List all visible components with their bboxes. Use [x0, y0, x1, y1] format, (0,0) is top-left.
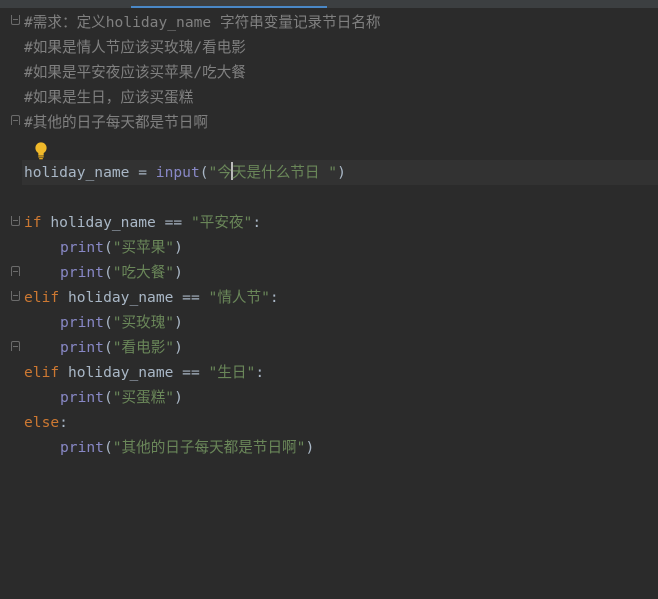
keyword: elif — [24, 289, 60, 306]
colon: : — [255, 364, 265, 381]
code-line-print[interactable]: print("吃大餐") — [24, 260, 183, 285]
editor-tab-bar — [0, 0, 658, 8]
builtin-function: print — [60, 439, 104, 456]
code-comment: #如果是生日，应该买蛋糕 — [24, 89, 194, 106]
code-line-print[interactable]: print("买蛋糕") — [24, 385, 183, 410]
assign-operator: = — [129, 164, 156, 181]
fold-marker-icon[interactable] — [11, 15, 20, 25]
keyword: if — [24, 214, 42, 231]
paren: ( — [103, 314, 113, 331]
code-comment: #如果是情人节应该买玫瑰/看电影 — [24, 39, 246, 56]
code-line-if[interactable]: if holiday_name == "平安夜": — [24, 210, 261, 235]
paren: ) — [337, 164, 346, 181]
code-line-print[interactable]: print("看电影") — [24, 335, 183, 360]
fold-marker-icon[interactable] — [11, 216, 20, 226]
paren: ( — [103, 339, 113, 356]
editor-gutter — [0, 8, 22, 599]
paren: ) — [174, 264, 183, 281]
builtin-function: print — [60, 264, 104, 281]
code-line-assignment[interactable]: holiday_name = input("今天是什么节日 ") — [24, 160, 346, 185]
paren: ) — [174, 389, 183, 406]
code-comment: #如果是平安夜应该买苹果/吃大餐 — [24, 64, 246, 81]
fold-marker-icon[interactable] — [11, 291, 20, 301]
variable-name: holiday_name — [24, 164, 130, 181]
builtin-function: print — [60, 314, 104, 331]
string-literal: "情人节" — [208, 289, 270, 306]
lightbulb-icon[interactable] — [33, 141, 49, 161]
builtin-function: input — [155, 164, 200, 181]
string-literal: "生日" — [208, 364, 256, 381]
paren: ( — [103, 264, 113, 281]
code-comment: #其他的日子每天都是节日啊 — [24, 114, 208, 131]
string-literal: "看电影" — [112, 339, 175, 356]
paren: ) — [174, 314, 183, 331]
variable-name: holiday_name — [67, 289, 174, 306]
code-editor: #需求：定义holiday_name 字符串变量记录节日名称 #如果是情人节应该… — [0, 0, 658, 599]
colon: : — [59, 414, 68, 431]
compare-operator: == — [155, 214, 191, 231]
keyword: else — [24, 414, 60, 431]
builtin-function: print — [60, 339, 104, 356]
paren: ( — [199, 164, 209, 181]
code-comment: #需求：定义holiday_name 字符串变量记录节日名称 — [24, 14, 381, 31]
code-line-elif[interactable]: elif holiday_name == "情人节": — [24, 285, 279, 310]
paren: ( — [103, 239, 113, 256]
keyword: elif — [24, 364, 60, 381]
code-line-else[interactable]: else: — [24, 410, 68, 435]
string-literal: "买玫瑰" — [112, 314, 175, 331]
paren: ( — [103, 389, 113, 406]
active-tab-indicator — [131, 6, 327, 8]
paren: ) — [174, 339, 183, 356]
code-line-print[interactable]: print("买苹果") — [24, 235, 183, 260]
builtin-function: print — [60, 389, 104, 406]
fold-marker-icon[interactable] — [11, 341, 20, 351]
fold-marker-icon[interactable] — [11, 266, 20, 276]
paren: ) — [174, 239, 183, 256]
compare-operator: == — [173, 364, 209, 381]
code-line-elif[interactable]: elif holiday_name == "生日": — [24, 360, 264, 385]
string-literal: "平安夜" — [190, 214, 253, 231]
code-line-print[interactable]: print("买玫瑰") — [24, 310, 183, 335]
string-literal: 天是什么节日 " — [231, 164, 338, 181]
fold-marker-icon[interactable] — [11, 115, 20, 125]
colon: : — [252, 214, 262, 231]
builtin-function: print — [60, 239, 104, 256]
compare-operator: == — [173, 289, 209, 306]
string-literal: "吃大餐" — [112, 264, 175, 281]
string-literal: "买蛋糕" — [112, 389, 175, 406]
string-literal: "买苹果" — [112, 239, 175, 256]
code-line-print[interactable]: print("其他的日子每天都是节日啊") — [24, 435, 314, 460]
variable-name: holiday_name — [67, 364, 174, 381]
paren: ) — [305, 439, 315, 456]
string-literal: "其他的日子每天都是节日啊" — [112, 439, 306, 456]
string-literal: "今 — [208, 164, 232, 181]
colon: : — [269, 289, 279, 306]
variable-name: holiday_name — [50, 214, 156, 231]
paren: ( — [103, 439, 113, 456]
